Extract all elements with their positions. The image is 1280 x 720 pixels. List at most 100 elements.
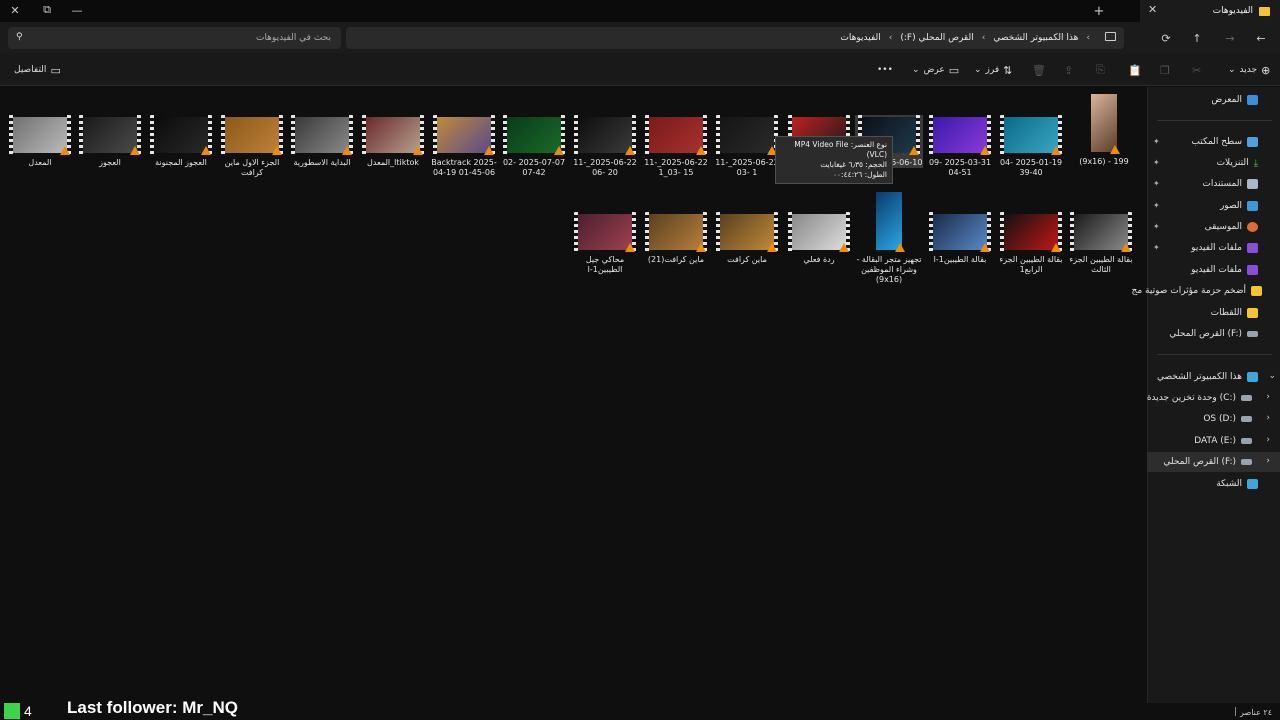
sidebar-item-drive-f[interactable]: › القرص المحلي (F:) [1147,452,1280,472]
file-item[interactable]: العجوز المجنونة [147,115,215,168]
copy-icon[interactable]: ❐ [1160,62,1170,78]
chevron-right-icon[interactable]: › [1266,456,1270,466]
up-icon[interactable]: ↑ [1186,28,1208,48]
file-name: محاكي جيل الطيبين1-ا [585,255,625,274]
address-bar[interactable]: › هذا الكمبيوتر الشخصي › القرص المحلي (F… [346,27,1124,49]
vlc-icon [1121,243,1131,252]
chevron-down-icon[interactable]: ⌄ [1268,371,1276,381]
chevron-right-icon[interactable]: › [1266,413,1270,423]
video-thumbnail [1070,212,1132,252]
file-item[interactable]: الجزء الاول ماين كرافت [218,115,286,178]
details-button[interactable]: ▭ التفاصيل [14,62,61,78]
chevron-icon[interactable]: › [1086,33,1090,43]
file-item[interactable]: البداية الاسطورية [288,115,356,168]
chevron-icon[interactable]: › [889,33,893,43]
video-thumbnail [1000,115,1062,155]
sidebar-item-gallery[interactable]: المعرض [1147,90,1280,110]
tab-videos[interactable]: الفيديوهات ✕ [1140,0,1280,22]
forward-icon[interactable]: → [1219,28,1241,48]
file-item[interactable]: المعدل [6,115,74,168]
file-item[interactable]: Backtrack 2025-04-19 01-45-06 [430,115,498,178]
file-item[interactable]: 2025-06-22_11-15 -03_1 [642,115,710,178]
file-name: ماين كرافت(21) [647,255,705,264]
sidebar-item-documents[interactable]: ✦ المستندات [1147,174,1280,194]
file-item[interactable]: ماين كرافت [713,212,781,265]
app-icon [4,703,20,719]
sidebar-item-downloads[interactable]: ✦ التنزيلات ⤓ [1147,153,1280,173]
minimize-button[interactable]: — [62,0,92,20]
sidebar-item-sound-effects[interactable]: أضخم حزمة مؤثرات صوتية مج [1132,281,1280,301]
file-tooltip: نوع العنصر: MP4 Video File (VLC) الحجم: … [775,136,893,184]
chevron-down-icon: ⌄ [1228,65,1236,75]
refresh-icon[interactable]: ⟳ [1155,28,1177,48]
sidebar-item-videos[interactable]: ✦ ملفات الفيديو [1147,238,1280,258]
file-item[interactable]: العجوز [76,115,144,168]
breadcrumb-drive-f[interactable]: القرص المحلي (F:) [900,33,973,43]
vlc-icon [413,146,423,155]
sidebar-item-desktop[interactable]: ✦ سطح المكتب [1147,132,1280,152]
file-item[interactable]: 2025-06-22_11-1 -03 [713,115,781,178]
file-item[interactable]: تجهيز متجر البقالة - وشراء الموظفين (9x1… [855,190,923,285]
file-item[interactable]: 2025-06-22_11-20 -06 [571,115,639,178]
file-name: البداية الاسطورية [293,158,351,167]
chevron-right-icon[interactable]: › [1266,435,1270,445]
sidebar-item-pictures[interactable]: ✦ الصور [1147,196,1280,216]
close-window-button[interactable]: ✕ [0,0,30,20]
sidebar-item-videos-folder[interactable]: ملفات الفيديو [1147,260,1280,280]
rename-icon[interactable]: ⎘ [1096,62,1105,78]
new-tab-button[interactable]: + [1088,1,1110,21]
vlc-icon [895,243,905,252]
sidebar-item-drive-d[interactable]: › OS (D:) [1147,409,1280,429]
restore-button[interactable]: ⧉ [32,0,62,20]
sidebar-item-this-pc[interactable]: ⌄ هذا الكمبيوتر الشخصي [1147,367,1280,387]
cut-icon[interactable]: ✂ [1192,62,1201,78]
sort-button[interactable]: ⇅ فرز ⌄ [974,62,1012,78]
pin-icon: ✦ [1153,158,1160,167]
more-options-button[interactable]: ••• [877,62,893,78]
file-item[interactable]: 2025-01-19 04-39-40 [997,115,1065,178]
file-item[interactable]: بقالة الطيبين الجزء الثالث [1067,212,1135,275]
breadcrumb-videos[interactable]: الفيديوهات [840,33,880,43]
sidebar-item-network[interactable]: الشبكة [1147,474,1280,494]
search-input[interactable] [31,33,331,43]
paste-icon[interactable]: 📋 [1128,62,1142,78]
search-box[interactable]: ⚲ [8,27,341,49]
file-name: العجوز المجنونة [155,158,207,167]
breadcrumb-this-pc[interactable]: هذا الكمبيوتر الشخصي [993,33,1078,43]
delete-icon[interactable]: 🗑 [1032,62,1046,78]
sidebar-item-drive-c[interactable]: › وحدة تخزين جديدة (C:) [1147,388,1280,408]
folder-icon [1259,6,1270,16]
chevron-icon[interactable]: › [982,33,986,43]
download-icon: ⤓ [1253,157,1258,169]
video-thumbnail [716,212,778,252]
file-name: 2025-07-07 02-07-42 [502,158,566,177]
sidebar-item-local-disk-f[interactable]: القرص المحلي (F:) [1147,324,1280,344]
share-icon[interactable]: ⇪ [1064,62,1073,78]
video-thumbnail [645,115,707,155]
file-item[interactable]: بقالة الطيبين1-ا [926,212,994,265]
folder-icon [1251,286,1262,296]
file-item[interactable]: 199 - (9x16) [1070,92,1138,167]
file-item[interactable]: ماين كرافت(21) [642,212,710,265]
file-item[interactable]: 2025-03-31 09-04-51 [926,115,994,178]
back-icon[interactable]: ← [1250,28,1272,48]
close-tab-icon[interactable]: ✕ [1148,3,1157,16]
chevron-right-icon[interactable]: › [1266,392,1270,402]
view-button[interactable]: ▭ عرض ⌄ [912,62,959,78]
vlc-icon [130,146,140,155]
file-item[interactable]: 2025-07-07 02-07-42 [500,115,568,178]
file-item[interactable]: ردة فعلي [785,212,853,265]
vlc-icon [554,146,564,155]
drive-icon [1241,416,1252,422]
vlc-icon [60,146,70,155]
sidebar-item-captures[interactable]: اللقطات [1147,303,1280,323]
file-item[interactable]: بقالة الطيبين الجزء الرابع1 [997,212,1065,275]
new-button[interactable]: ⊕ جديد ⌄ [1228,62,1270,78]
sidebar-item-music[interactable]: ✦ الموسيقى [1147,217,1280,237]
file-item[interactable]: tiktokا_المعدل [359,115,427,168]
file-item[interactable]: محاكي جيل الطيبين1-ا [571,212,639,275]
vlc-icon [484,146,494,155]
sidebar-item-drive-e[interactable]: › DATA (E:) [1147,431,1280,451]
plus-circle-icon: ⊕ [1261,63,1271,77]
videos-icon [1247,243,1258,253]
